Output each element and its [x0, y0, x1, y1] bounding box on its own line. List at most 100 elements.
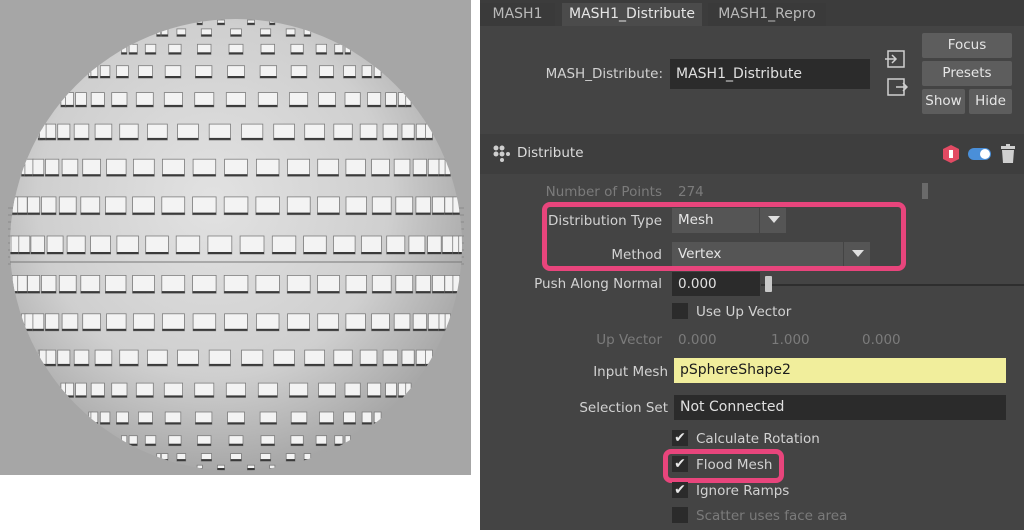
- cube-shadow: [132, 212, 155, 215]
- ignore-ramps-checkbox[interactable]: ✔: [672, 482, 688, 498]
- cube-shadow: [367, 395, 381, 398]
- cube-instance: [73, 349, 90, 367]
- cube-shadow: [162, 174, 185, 177]
- scrollbar-handle[interactable]: [922, 183, 928, 199]
- cube-instance: [386, 235, 406, 255]
- cube-instance: [431, 196, 445, 216]
- cube-instance: [257, 92, 278, 108]
- node-name-field[interactable]: MASH1_Distribute: [670, 59, 870, 89]
- cube-instance: [192, 313, 217, 332]
- cube-instance: [415, 349, 427, 367]
- push-along-normal-field[interactable]: 0.000: [672, 272, 760, 296]
- focus-input-icon[interactable]: [884, 48, 908, 72]
- cube-shadow: [405, 104, 412, 107]
- cube-instance: [318, 382, 337, 398]
- cube-instance: [163, 382, 184, 398]
- cube-shadow: [11, 252, 20, 254]
- cube-shadow: [445, 174, 451, 177]
- show-button[interactable]: Show: [922, 89, 965, 114]
- hide-button[interactable]: Hide: [969, 89, 1012, 114]
- cube-instance: [317, 196, 340, 216]
- cube-shadow: [458, 252, 462, 254]
- tab-mash1[interactable]: MASH1: [480, 3, 555, 26]
- cube-instance: [61, 158, 79, 177]
- viewport[interactable]: [0, 0, 471, 475]
- cube-shadow: [95, 363, 112, 366]
- scatter-face-area-checkbox[interactable]: [672, 507, 688, 523]
- cube-shadow: [161, 34, 168, 37]
- selection-set-field[interactable]: Not Connected: [674, 395, 1006, 420]
- cube-shadow: [80, 212, 100, 215]
- cube-shadow: [75, 395, 87, 398]
- cube-shadow: [269, 468, 275, 470]
- cube-instance: [395, 196, 414, 216]
- cube-shadow: [269, 22, 275, 25]
- viewport-scene: [8, 19, 464, 471]
- cube-instance: [393, 158, 411, 177]
- cube-shadow: [105, 291, 126, 294]
- node-badge-icon[interactable]: [942, 144, 960, 164]
- cube-instance: [119, 123, 139, 141]
- cube-shadow: [65, 395, 74, 398]
- section-title: Distribute: [517, 145, 584, 161]
- cube-shadow: [408, 252, 425, 254]
- cube-instance: [367, 382, 382, 398]
- up-vector-x[interactable]: 0.000: [678, 332, 717, 348]
- trash-icon[interactable]: [999, 144, 1017, 164]
- cube-shadow: [111, 395, 127, 398]
- distribute-section-header[interactable]: Distribute: [480, 134, 1024, 174]
- presets-button[interactable]: Presets: [922, 61, 1012, 86]
- cube-instance: [385, 92, 397, 108]
- cube-shadow: [304, 363, 325, 366]
- cube-shadow: [361, 252, 382, 254]
- up-vector-z[interactable]: 0.000: [862, 332, 901, 348]
- cube-shadow: [164, 104, 183, 107]
- push-slider-handle[interactable]: [765, 276, 772, 292]
- cube-instance: [105, 196, 127, 216]
- cube-instance: [45, 349, 57, 367]
- cube-shadow: [193, 328, 216, 331]
- push-slider-track[interactable]: [761, 284, 1024, 286]
- cube-instance: [444, 313, 451, 332]
- input-mesh-field[interactable]: pSphereShape2: [674, 358, 1006, 383]
- cube-shadow: [57, 363, 70, 366]
- cube-instance: [39, 123, 47, 141]
- cube-shadow: [161, 459, 168, 462]
- cube-instance: [46, 235, 64, 255]
- cube-shadow: [432, 291, 445, 294]
- use-up-vector-checkbox[interactable]: [672, 303, 688, 319]
- focus-button[interactable]: Focus: [922, 33, 1012, 58]
- cube-shadow: [17, 291, 28, 294]
- cube-shadow: [217, 468, 225, 470]
- cube-shadow: [260, 459, 271, 462]
- tab-mash1-distribute[interactable]: MASH1_Distribute: [562, 3, 702, 26]
- cube-instance: [61, 313, 79, 332]
- cube-instance: [367, 92, 382, 108]
- cube-shadow: [317, 328, 339, 331]
- focus-output-icon[interactable]: [884, 76, 908, 100]
- calculate-rotation-checkbox[interactable]: ✔: [672, 430, 688, 446]
- cube-instance: [207, 235, 233, 255]
- tab-mash1-repro[interactable]: MASH1_Repro: [708, 3, 826, 26]
- cube-instance: [156, 453, 162, 462]
- cube-shadow: [192, 212, 217, 215]
- cube-instance: [431, 274, 445, 294]
- cube-shadow: [256, 174, 279, 177]
- cube-instance: [41, 196, 57, 216]
- cube-shadow: [95, 137, 112, 140]
- cube-instance: [427, 313, 440, 332]
- cube-shadow: [45, 328, 59, 331]
- cube-shadow: [261, 443, 275, 446]
- cube-instance: [255, 158, 280, 177]
- cube-shadow: [247, 468, 255, 470]
- cube-shadow: [413, 174, 427, 177]
- up-vector-y[interactable]: 1.000: [771, 332, 810, 348]
- cube-shadow: [197, 443, 211, 446]
- cube-shadow: [60, 395, 67, 398]
- cube-instance: [415, 196, 431, 216]
- enable-toggle-icon[interactable]: [968, 146, 992, 162]
- cube-instance: [405, 92, 412, 108]
- cube-instance: [304, 349, 326, 367]
- cube-instance: [208, 349, 231, 367]
- cube-shadow: [224, 291, 248, 294]
